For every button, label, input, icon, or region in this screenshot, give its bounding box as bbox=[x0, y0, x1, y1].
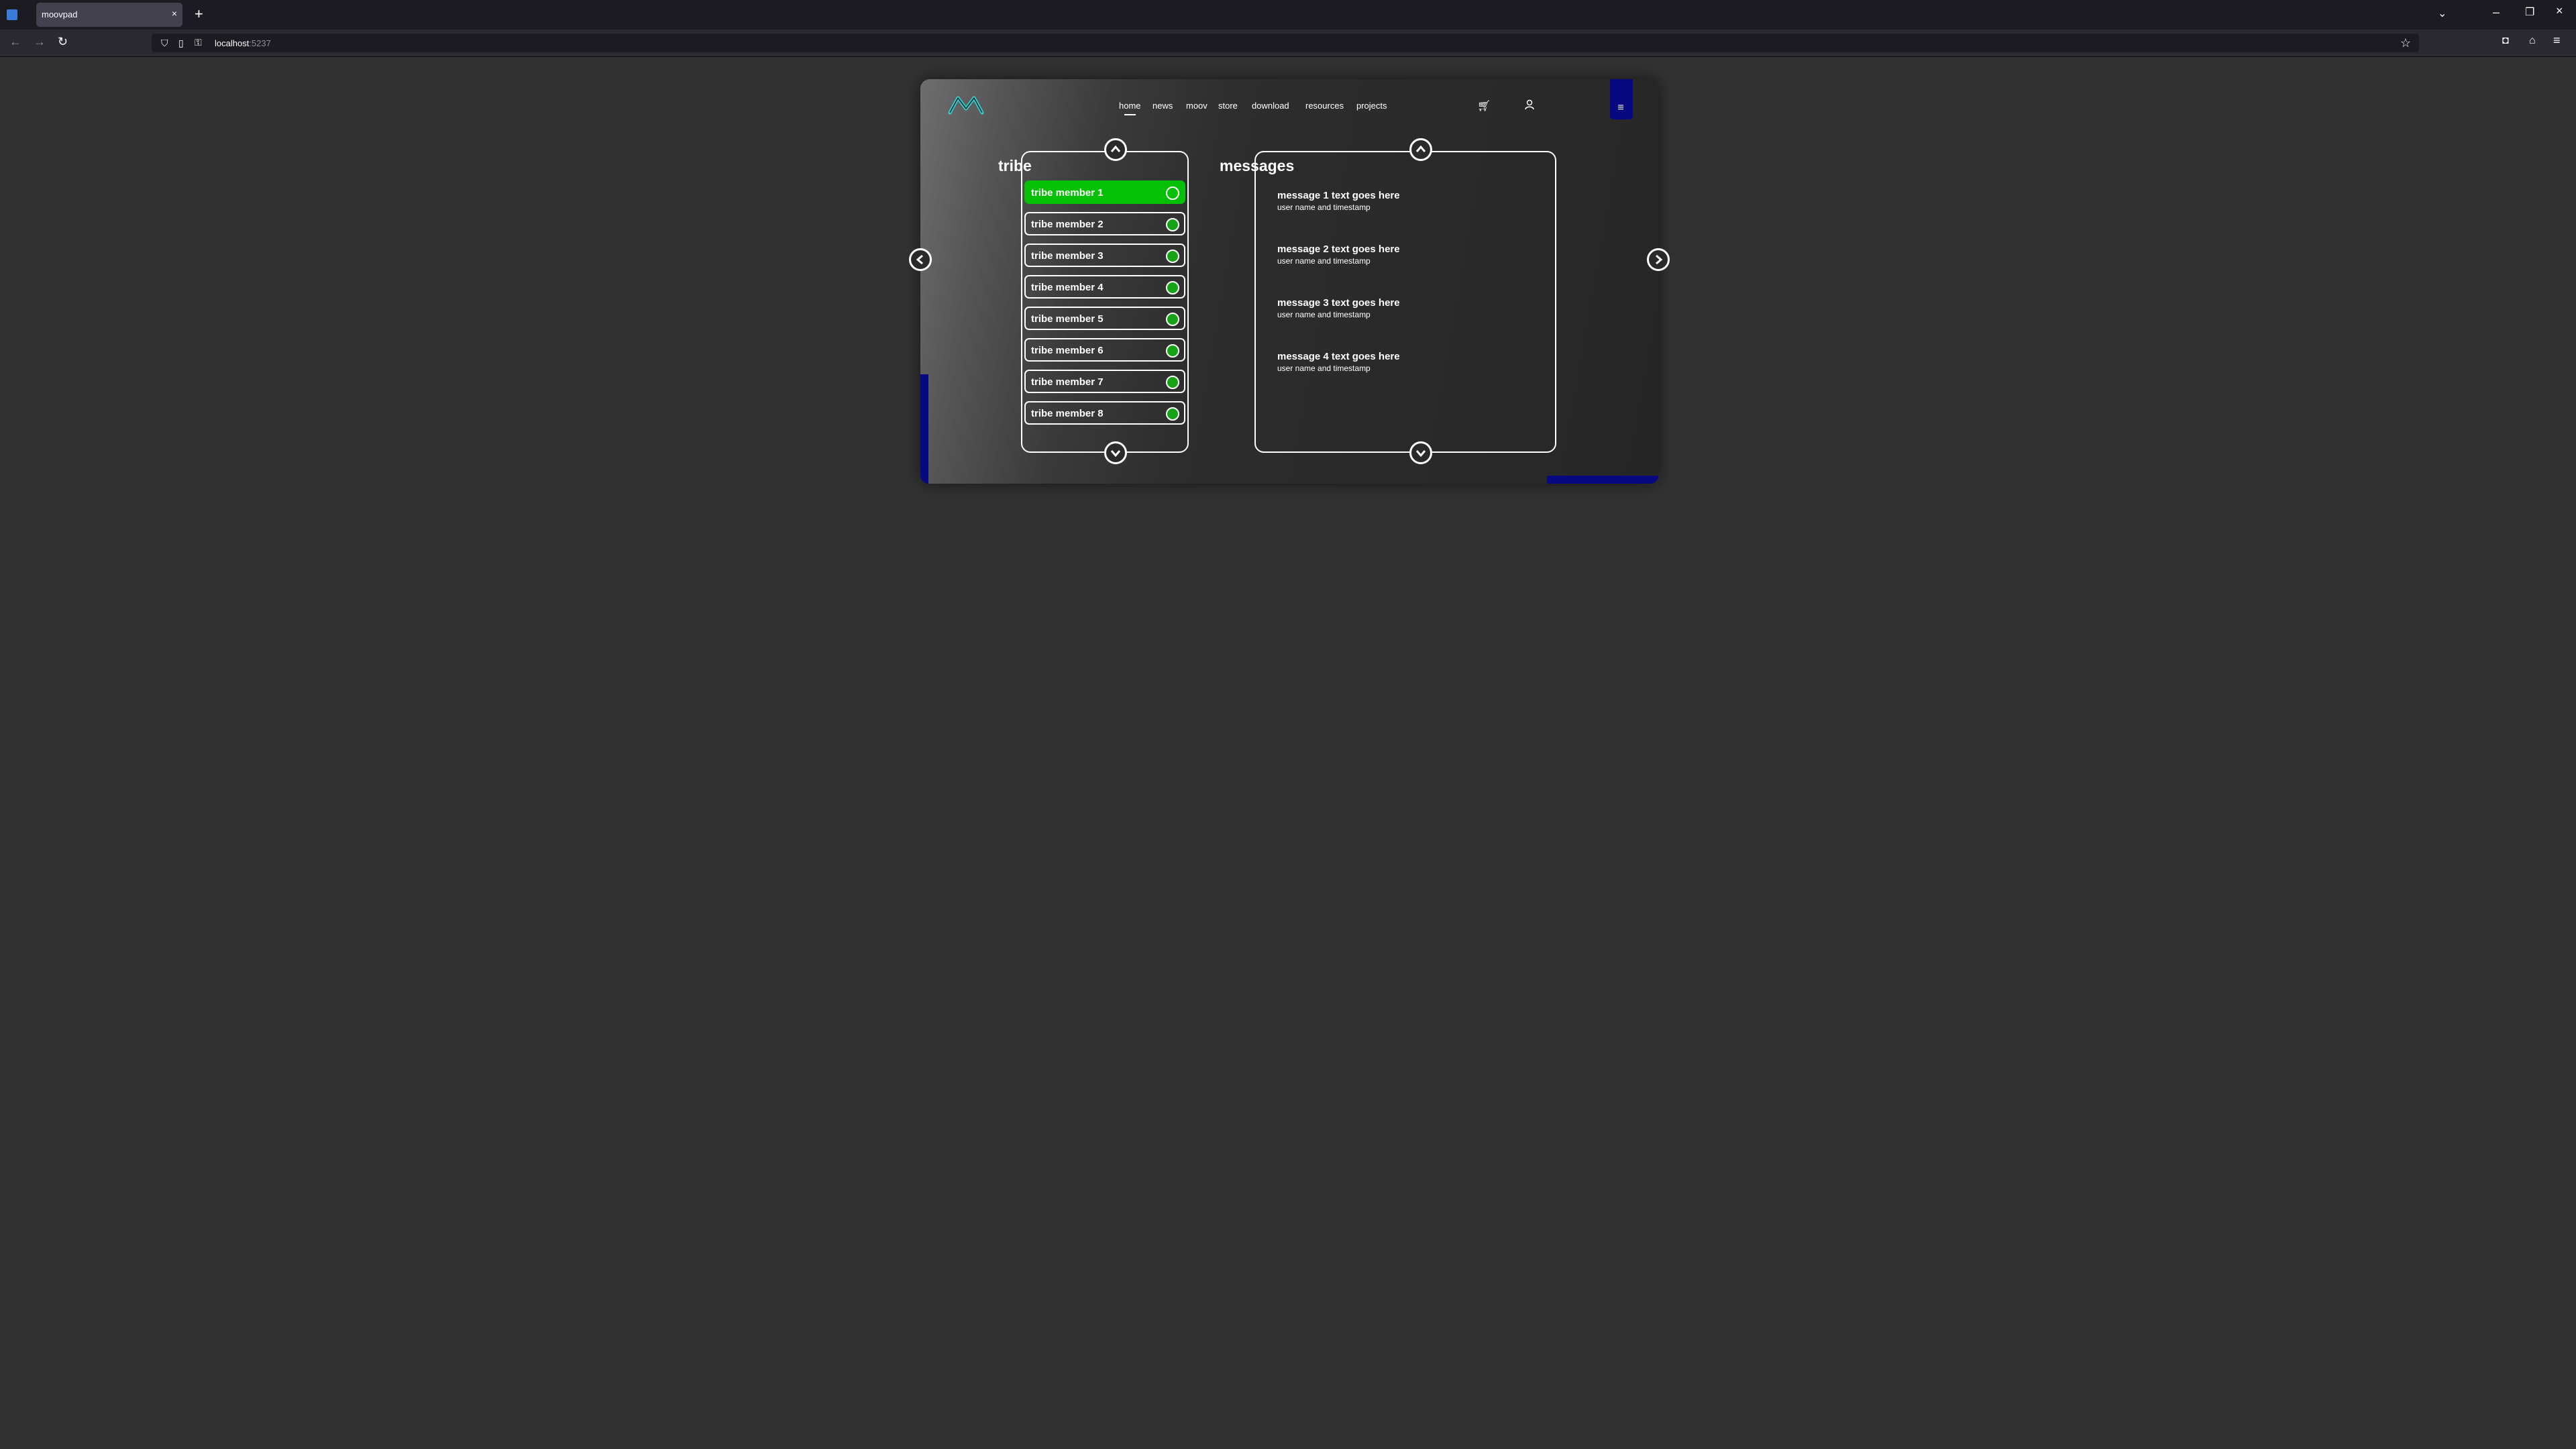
status-dot-icon bbox=[1166, 186, 1179, 200]
accent-bar-left bbox=[920, 374, 928, 484]
tribe-member-item[interactable]: tribe member 8 bbox=[1024, 401, 1185, 425]
status-dot-icon bbox=[1166, 250, 1179, 263]
message-text: message 1 text goes here bbox=[1277, 190, 1400, 201]
tribe-member-item[interactable]: tribe member 6 bbox=[1024, 338, 1185, 362]
window-restore-button[interactable]: ❐ bbox=[2525, 5, 2534, 19]
prev-arrow-button[interactable] bbox=[909, 248, 932, 271]
nav-moov[interactable]: moov bbox=[1186, 101, 1208, 111]
message-meta: user name and timestamp bbox=[1277, 310, 1371, 319]
nav-download[interactable]: download bbox=[1252, 101, 1289, 111]
app-card: ≡ home news moov store download resource… bbox=[909, 79, 1670, 484]
message-text: message 4 text goes here bbox=[1277, 351, 1400, 362]
nav-store[interactable]: store bbox=[1218, 101, 1238, 111]
moovpad-logo[interactable] bbox=[947, 93, 985, 117]
status-dot-icon bbox=[1166, 407, 1179, 421]
tribe-member-item[interactable]: tribe member 1 bbox=[1024, 180, 1185, 204]
message-meta: user name and timestamp bbox=[1277, 256, 1371, 266]
browser-tab-bar: moovpad × + ⌄ – ❐ × bbox=[0, 0, 2576, 30]
bookmark-star-icon[interactable]: ☆ bbox=[2400, 36, 2411, 50]
url-bar[interactable]: ⛉ ▯ ⚿ localhost:5237 ☆ bbox=[152, 34, 2419, 52]
status-dot-icon bbox=[1166, 218, 1179, 231]
chevron-down-icon bbox=[1415, 450, 1426, 458]
tribe-member-item[interactable]: tribe member 3 bbox=[1024, 244, 1185, 267]
hamburger-menu-icon[interactable]: ≡ bbox=[2553, 34, 2561, 48]
tribe-member-item[interactable]: tribe member 5 bbox=[1024, 307, 1185, 330]
nav-projects[interactable]: projects bbox=[1356, 101, 1387, 111]
status-dot-icon bbox=[1166, 344, 1179, 358]
messages-scroll-up-button[interactable] bbox=[1409, 138, 1432, 161]
nav-resources[interactable]: resources bbox=[1305, 101, 1344, 111]
tribe-member-item[interactable]: tribe member 2 bbox=[1024, 212, 1185, 235]
nav-news[interactable]: news bbox=[1152, 101, 1173, 111]
new-tab-button[interactable]: + bbox=[195, 5, 203, 23]
tribe-member-name: tribe member 6 bbox=[1031, 345, 1104, 356]
chevron-left-icon bbox=[916, 254, 923, 265]
menu-icon[interactable]: ≡ bbox=[1615, 103, 1626, 113]
app-menu-icon[interactable] bbox=[7, 9, 17, 20]
back-arrow-icon[interactable]: ← bbox=[9, 35, 21, 49]
browser-nav-bar: ← → ↻ ⛉ ▯ ⚿ localhost:5237 ☆ ◘ ⌂ ≡ bbox=[0, 30, 2576, 57]
chevron-right-icon bbox=[1656, 254, 1663, 265]
shield-icon[interactable]: ⛉ bbox=[161, 38, 168, 49]
tribe-member-item[interactable]: tribe member 4 bbox=[1024, 275, 1185, 299]
tribe-member-name: tribe member 4 bbox=[1031, 282, 1104, 293]
message-text: message 3 text goes here bbox=[1277, 297, 1400, 309]
tribe-member-name: tribe member 5 bbox=[1031, 313, 1104, 325]
tab-close-icon[interactable]: × bbox=[172, 8, 177, 19]
window-minimize-button[interactable]: – bbox=[2493, 5, 2500, 19]
tribe-member-name: tribe member 3 bbox=[1031, 250, 1104, 262]
pocket-icon[interactable]: ◘ bbox=[2502, 35, 2509, 47]
user-icon[interactable] bbox=[1524, 99, 1535, 110]
message-item[interactable]: message 4 text goes here user name and t… bbox=[1277, 351, 1532, 373]
next-arrow-button[interactable] bbox=[1647, 248, 1670, 271]
tribe-member-name: tribe member 8 bbox=[1031, 408, 1104, 419]
tab-list-chevron-icon[interactable]: ⌄ bbox=[2438, 7, 2447, 20]
key-icon[interactable]: ⚿ bbox=[195, 37, 202, 48]
reload-icon[interactable]: ↻ bbox=[58, 35, 68, 49]
accent-bar-bottom bbox=[1547, 476, 1658, 484]
cart-icon[interactable]: 🛒︎ bbox=[1477, 99, 1491, 113]
tribe-scroll-up-button[interactable] bbox=[1104, 138, 1127, 161]
status-dot-icon bbox=[1166, 376, 1179, 389]
message-meta: user name and timestamp bbox=[1277, 203, 1371, 212]
message-item[interactable]: message 1 text goes here user name and t… bbox=[1277, 190, 1532, 212]
tribe-scroll-down-button[interactable] bbox=[1104, 441, 1127, 464]
menu-tab[interactable]: ≡ bbox=[1610, 79, 1633, 119]
message-text: message 2 text goes here bbox=[1277, 244, 1400, 255]
nav-home[interactable]: home bbox=[1119, 101, 1141, 115]
url-text[interactable]: localhost:5237 bbox=[215, 38, 271, 48]
tribe-member-name: tribe member 2 bbox=[1031, 219, 1104, 230]
chevron-up-icon bbox=[1415, 145, 1426, 152]
forward-arrow-icon[interactable]: → bbox=[34, 35, 46, 49]
tribe-member-name: tribe member 7 bbox=[1031, 376, 1104, 388]
tribe-member-name: tribe member 1 bbox=[1031, 187, 1104, 199]
message-meta: user name and timestamp bbox=[1277, 364, 1371, 373]
messages-scroll-down-button[interactable] bbox=[1409, 441, 1432, 464]
extensions-icon[interactable]: ⌂ bbox=[2529, 35, 2536, 47]
message-item[interactable]: message 2 text goes here user name and t… bbox=[1277, 244, 1532, 266]
browser-tab[interactable]: moovpad × bbox=[36, 3, 182, 27]
tribe-member-item[interactable]: tribe member 7 bbox=[1024, 370, 1185, 393]
tab-title: moovpad bbox=[42, 9, 78, 19]
page-info-icon[interactable]: ▯ bbox=[178, 38, 184, 49]
chevron-up-icon bbox=[1110, 145, 1121, 152]
chevron-down-icon bbox=[1110, 450, 1121, 458]
status-dot-icon bbox=[1166, 313, 1179, 326]
status-dot-icon bbox=[1166, 281, 1179, 294]
window-close-button[interactable]: × bbox=[2556, 4, 2563, 18]
message-item[interactable]: message 3 text goes here user name and t… bbox=[1277, 297, 1532, 319]
